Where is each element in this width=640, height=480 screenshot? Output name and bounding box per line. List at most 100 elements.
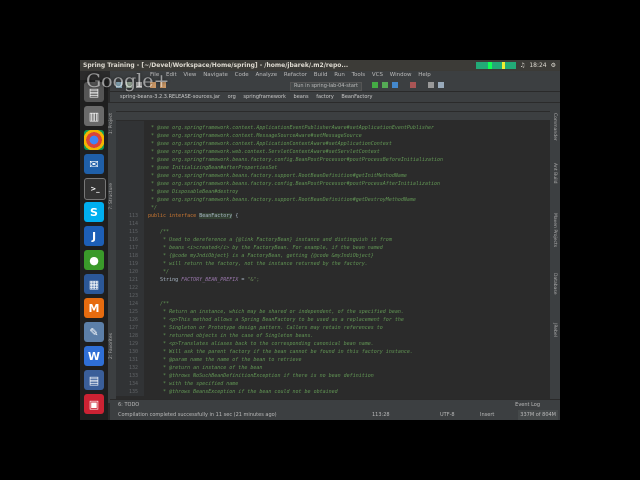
- code-line[interactable]: 113 public interface BeanFactory {: [116, 212, 550, 220]
- code-text: * @see org.springframework.web.context.S…: [148, 149, 380, 155]
- writer-icon[interactable]: W: [84, 346, 104, 366]
- home-icon[interactable]: ▥: [84, 106, 104, 126]
- terminal-icon[interactable]: >_: [84, 178, 106, 200]
- project-tool-button[interactable]: 1: Project: [109, 113, 114, 134]
- code-line[interactable]: * @see org.springframework.web.context.S…: [116, 148, 550, 156]
- menu-refactor[interactable]: Refactor: [284, 72, 307, 78]
- code-text: * {@code myJndiObject} is a FactoryBean,…: [148, 253, 374, 259]
- menu-help[interactable]: Help: [418, 72, 431, 78]
- gear-icon[interactable]: ⚙: [551, 60, 556, 71]
- software-center-icon[interactable]: ▣: [84, 394, 104, 414]
- run-icon[interactable]: [372, 82, 378, 88]
- document-viewer-icon[interactable]: ▦: [84, 274, 104, 294]
- code-line[interactable]: 131 * @param name the name of the bean t…: [116, 356, 550, 364]
- code-line[interactable]: 115 /**: [116, 228, 550, 236]
- todo-tool-button[interactable]: 6: TODO: [118, 402, 139, 408]
- run-config-select[interactable]: Run in spring-lab-04-start: [290, 82, 362, 91]
- chrome-icon[interactable]: [84, 130, 104, 150]
- calc-icon[interactable]: ▤: [84, 370, 104, 390]
- code-text: * @see org.springframework.beans.factory…: [148, 197, 416, 203]
- menu-navigate[interactable]: Navigate: [203, 72, 228, 78]
- breadcrumb-beanfactory[interactable]: BeanFactory: [341, 94, 372, 100]
- structure-tool-button[interactable]: 7: Structure: [109, 183, 114, 210]
- code-line[interactable]: 119 * will return the factory, not the i…: [116, 260, 550, 268]
- code-line[interactable]: 129 * <p>Translates aliases back to the …: [116, 340, 550, 348]
- code-line[interactable]: 125 * Return an instance, which may be s…: [116, 308, 550, 316]
- code-editor[interactable]: * @see org.springframework.context.Appli…: [116, 121, 550, 396]
- code-line[interactable]: * @see org.springframework.context.Appli…: [116, 140, 550, 148]
- wrench-icon[interactable]: ✎: [84, 322, 104, 342]
- evernote-icon[interactable]: ●: [84, 250, 104, 270]
- maven-tool-button[interactable]: Maven Projects: [552, 213, 557, 247]
- menu-window[interactable]: Window: [390, 72, 412, 78]
- menu-view[interactable]: View: [183, 72, 196, 78]
- settings-icon[interactable]: [428, 82, 434, 88]
- ant-build-tool-button[interactable]: Ant Build: [552, 163, 557, 183]
- menu-tools[interactable]: Tools: [352, 72, 366, 78]
- code-line[interactable]: * @see org.springframework.beans.factory…: [116, 172, 550, 180]
- code-line[interactable]: * @see DisposableBean#destroy: [116, 188, 550, 196]
- line-number: 115: [128, 229, 138, 235]
- database-tool-button[interactable]: Database: [552, 273, 557, 294]
- intellij-icon[interactable]: J: [84, 226, 104, 246]
- code-line[interactable]: * @see org.springframework.beans.factory…: [116, 196, 550, 204]
- code-text: public interface BeanFactory {: [148, 213, 239, 219]
- code-line[interactable]: 118 * {@code myJndiObject} is a FactoryB…: [116, 252, 550, 260]
- code-line[interactable]: 116 * Used to dereference a {@link Facto…: [116, 236, 550, 244]
- code-line[interactable]: * @see org.springframework.beans.factory…: [116, 180, 550, 188]
- code-line[interactable]: * @see org.springframework.beans.factory…: [116, 156, 550, 164]
- code-line[interactable]: 126 * <p>This method allows a Spring Bea…: [116, 316, 550, 324]
- breadcrumb-factory[interactable]: factory: [316, 94, 334, 100]
- breadcrumb-beans[interactable]: beans: [294, 94, 309, 100]
- line-number: 118: [128, 253, 138, 259]
- code-line[interactable]: 121 String FACTORY_BEAN_PREFIX = "&";: [116, 276, 550, 284]
- code-line[interactable]: * @see org.springframework.context.Appli…: [116, 124, 550, 132]
- code-line[interactable]: 135 * @throws BeansException if the bean…: [116, 388, 550, 396]
- coverage-icon[interactable]: [392, 82, 398, 88]
- code-line[interactable]: 114: [116, 220, 550, 228]
- caret-position[interactable]: 113:28: [372, 410, 390, 420]
- code-text: String FACTORY_BEAN_PREFIX = "&";: [148, 277, 260, 283]
- skype-icon[interactable]: S: [84, 202, 104, 222]
- code-line[interactable]: 134 * with the specified name: [116, 380, 550, 388]
- memory-indicator[interactable]: 337M of 804M: [518, 410, 558, 420]
- line-number: 135: [128, 389, 138, 395]
- code-line[interactable]: * @see org.springframework.context.Messa…: [116, 132, 550, 140]
- code-line[interactable]: 117 * beans <i>created</i> by the Factor…: [116, 244, 550, 252]
- code-line[interactable]: 128 * returned objects in the case of Si…: [116, 332, 550, 340]
- jrebel-tool-button[interactable]: JRebel: [552, 323, 557, 337]
- menu-run[interactable]: Run: [334, 72, 345, 78]
- breadcrumb-jar[interactable]: spring-beans-3.2.3.RELEASE-sources.jar: [120, 94, 220, 100]
- favorites-tool-button[interactable]: 2: Favorites: [109, 333, 114, 359]
- help-icon[interactable]: [438, 82, 444, 88]
- code-line[interactable]: 127 * Singleton or Prototype design patt…: [116, 324, 550, 332]
- code-line[interactable]: 132 * @return an instance of the bean: [116, 364, 550, 372]
- menu-vcs[interactable]: VCS: [372, 72, 383, 78]
- line-number: 124: [128, 301, 138, 307]
- mendeley-icon[interactable]: M: [84, 298, 104, 318]
- code-line[interactable]: 122: [116, 284, 550, 292]
- menu-code[interactable]: Code: [235, 72, 249, 78]
- code-line[interactable]: 124 /**: [116, 300, 550, 308]
- code-line[interactable]: 130 * Will ask the parent factory if the…: [116, 348, 550, 356]
- code-line[interactable]: * @see InitializingBean#afterPropertiesS…: [116, 164, 550, 172]
- line-number: 133: [128, 373, 138, 379]
- clock: 18:24: [529, 62, 547, 69]
- menu-analyze[interactable]: Analyze: [255, 72, 277, 78]
- breadcrumb-springframework[interactable]: springframework: [243, 94, 286, 100]
- commander-tool-button[interactable]: Commander: [552, 113, 557, 141]
- thunderbird-icon[interactable]: ✉: [84, 154, 104, 174]
- menu-build[interactable]: Build: [314, 72, 328, 78]
- code-text: * returned objects in the case of Single…: [148, 333, 314, 339]
- file-encoding[interactable]: UTF-8: [440, 410, 455, 420]
- stop-icon[interactable]: [410, 82, 416, 88]
- code-text: * @param name the name of the bean to re…: [148, 357, 302, 363]
- code-line[interactable]: 123: [116, 292, 550, 300]
- event-log-button[interactable]: Event Log: [515, 400, 540, 410]
- breadcrumb-org[interactable]: org: [228, 94, 236, 100]
- debug-icon[interactable]: [382, 82, 388, 88]
- code-line[interactable]: */: [116, 204, 550, 212]
- code-line[interactable]: 133 * @throws NoSuchBeanDefinitionExcept…: [116, 372, 550, 380]
- volume-icon[interactable]: ♫: [520, 60, 525, 71]
- code-line[interactable]: 120 */: [116, 268, 550, 276]
